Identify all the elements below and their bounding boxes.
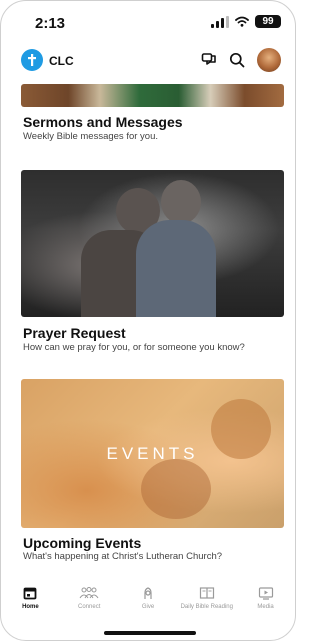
status-icons: 99: [211, 15, 281, 28]
events-image-text: EVENTS: [106, 443, 199, 463]
status-bar: 2:13 99: [1, 1, 295, 41]
prayer-image[interactable]: [21, 170, 284, 317]
card-title[interactable]: Prayer Request: [23, 325, 126, 341]
events-image[interactable]: EVENTS: [21, 379, 284, 528]
people-icon: [79, 587, 99, 599]
status-time: 2:13: [35, 15, 66, 32]
tab-bar: Home Connect Give Daily Bible Reading Me…: [1, 586, 295, 626]
card-title[interactable]: Sermons and Messages: [23, 114, 183, 130]
battery-icon: 99: [255, 15, 281, 28]
phone-frame: 2:13 99 CLC Sermons and Messages Weekly …: [0, 0, 296, 641]
tab-label: Media: [257, 604, 274, 610]
tab-label: Daily Bible Reading: [180, 604, 233, 610]
church-logo-icon[interactable]: [21, 49, 43, 71]
avatar[interactable]: [257, 48, 281, 72]
book-icon: [199, 587, 214, 599]
card-subtitle: How can we pray for you, or for someone …: [23, 342, 245, 353]
give-icon: [144, 587, 152, 599]
wifi-icon: [235, 16, 249, 27]
tab-give[interactable]: Give: [119, 586, 178, 626]
search-icon[interactable]: [229, 52, 245, 68]
tab-label: Connect: [78, 604, 101, 610]
sermons-image[interactable]: [21, 84, 284, 107]
app-header: CLC: [1, 45, 295, 79]
header-actions: [201, 48, 281, 72]
tab-label: Home: [22, 604, 39, 610]
tab-daily-bible-reading[interactable]: Daily Bible Reading: [177, 586, 236, 626]
signal-icon: [211, 15, 229, 28]
card-subtitle: What's happening at Christ's Lutheran Ch…: [23, 551, 223, 562]
messages-icon[interactable]: [201, 52, 217, 68]
calendar-icon: [23, 587, 37, 600]
tab-label: Give: [141, 604, 155, 610]
home-indicator[interactable]: [104, 631, 196, 635]
tab-connect[interactable]: Connect: [60, 586, 119, 626]
card-subtitle: Weekly Bible messages for you.: [23, 131, 158, 142]
media-icon: [258, 587, 273, 600]
card-title[interactable]: Upcoming Events: [23, 535, 141, 551]
tab-home[interactable]: Home: [1, 586, 60, 626]
brand-name[interactable]: CLC: [49, 54, 74, 68]
tab-media[interactable]: Media: [236, 586, 295, 626]
